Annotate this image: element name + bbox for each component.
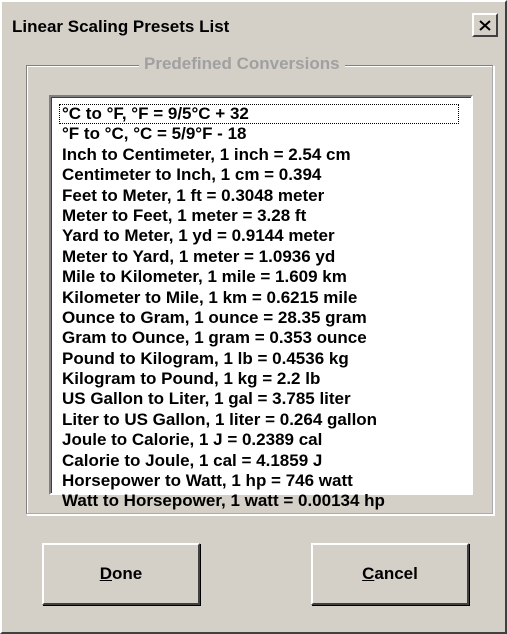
cancel-label: ancel [374, 564, 418, 583]
list-item[interactable]: US Gallon to Liter, 1 gal = 3.785 liter [59, 389, 459, 409]
list-item[interactable]: Meter to Yard, 1 meter = 1.0936 yd [59, 247, 459, 267]
list-item[interactable]: Joule to Calorie, 1 J = 0.2389 cal [59, 430, 459, 450]
list-item[interactable]: Kilogram to Pound, 1 kg = 2.2 lb [59, 369, 459, 389]
list-item[interactable]: Gram to Ounce, 1 gram = 0.353 ounce [59, 328, 459, 348]
list-item[interactable]: Ounce to Gram, 1 ounce = 28.35 gram [59, 308, 459, 328]
cancel-mnemonic: C [362, 564, 375, 583]
done-label: one [112, 564, 143, 583]
list-item[interactable]: Mile to Kilometer, 1 mile = 1.609 km [59, 267, 459, 287]
list-item[interactable]: Kilometer to Mile, 1 km = 0.6215 mile [59, 288, 459, 308]
done-mnemonic: D [99, 564, 113, 583]
list-item[interactable]: Watt to Horsepower, 1 watt = 0.00134 hp [59, 491, 459, 511]
predefined-conversions-group: Predefined Conversions °C to °F, °F = 9/… [26, 54, 494, 515]
list-item[interactable]: Inch to Centimeter, 1 inch = 2.54 cm [59, 145, 459, 165]
close-icon [479, 19, 491, 31]
list-item[interactable]: Horsepower to Watt, 1 hp = 746 watt [59, 471, 459, 491]
list-item[interactable]: Yard to Meter, 1 yd = 0.9144 meter [59, 226, 459, 246]
dialog-window: Linear Scaling Presets List Predefined C… [0, 0, 507, 634]
cancel-button[interactable]: Cancel [311, 543, 469, 605]
conversions-listbox[interactable]: °C to °F, °F = 9/5°C + 32 °F to °C, °C =… [49, 95, 473, 510]
list-item[interactable]: Feet to Meter, 1 ft = 0.3048 meter [59, 186, 459, 206]
group-label: Predefined Conversions [139, 54, 345, 74]
list-item[interactable]: °F to °C, °C = 5/9°F - 18 [59, 124, 459, 144]
list-item[interactable]: Centimeter to Inch, 1 cm = 0.394 [59, 165, 459, 185]
title-bar: Linear Scaling Presets List [6, 12, 498, 40]
done-button[interactable]: Done [42, 543, 200, 605]
list-item[interactable]: Calorie to Joule, 1 cal = 4.1859 J [59, 451, 459, 471]
list-item[interactable]: Pound to Kilogram, 1 lb = 0.4536 kg [59, 349, 459, 369]
list-item[interactable]: Liter to US Gallon, 1 liter = 0.264 gall… [59, 410, 459, 430]
window-title: Linear Scaling Presets List [12, 17, 230, 36]
list-item[interactable]: Meter to Feet, 1 meter = 3.28 ft [59, 206, 459, 226]
close-button[interactable] [472, 13, 498, 37]
list-item[interactable]: °C to °F, °F = 9/5°C + 32 [59, 104, 459, 125]
